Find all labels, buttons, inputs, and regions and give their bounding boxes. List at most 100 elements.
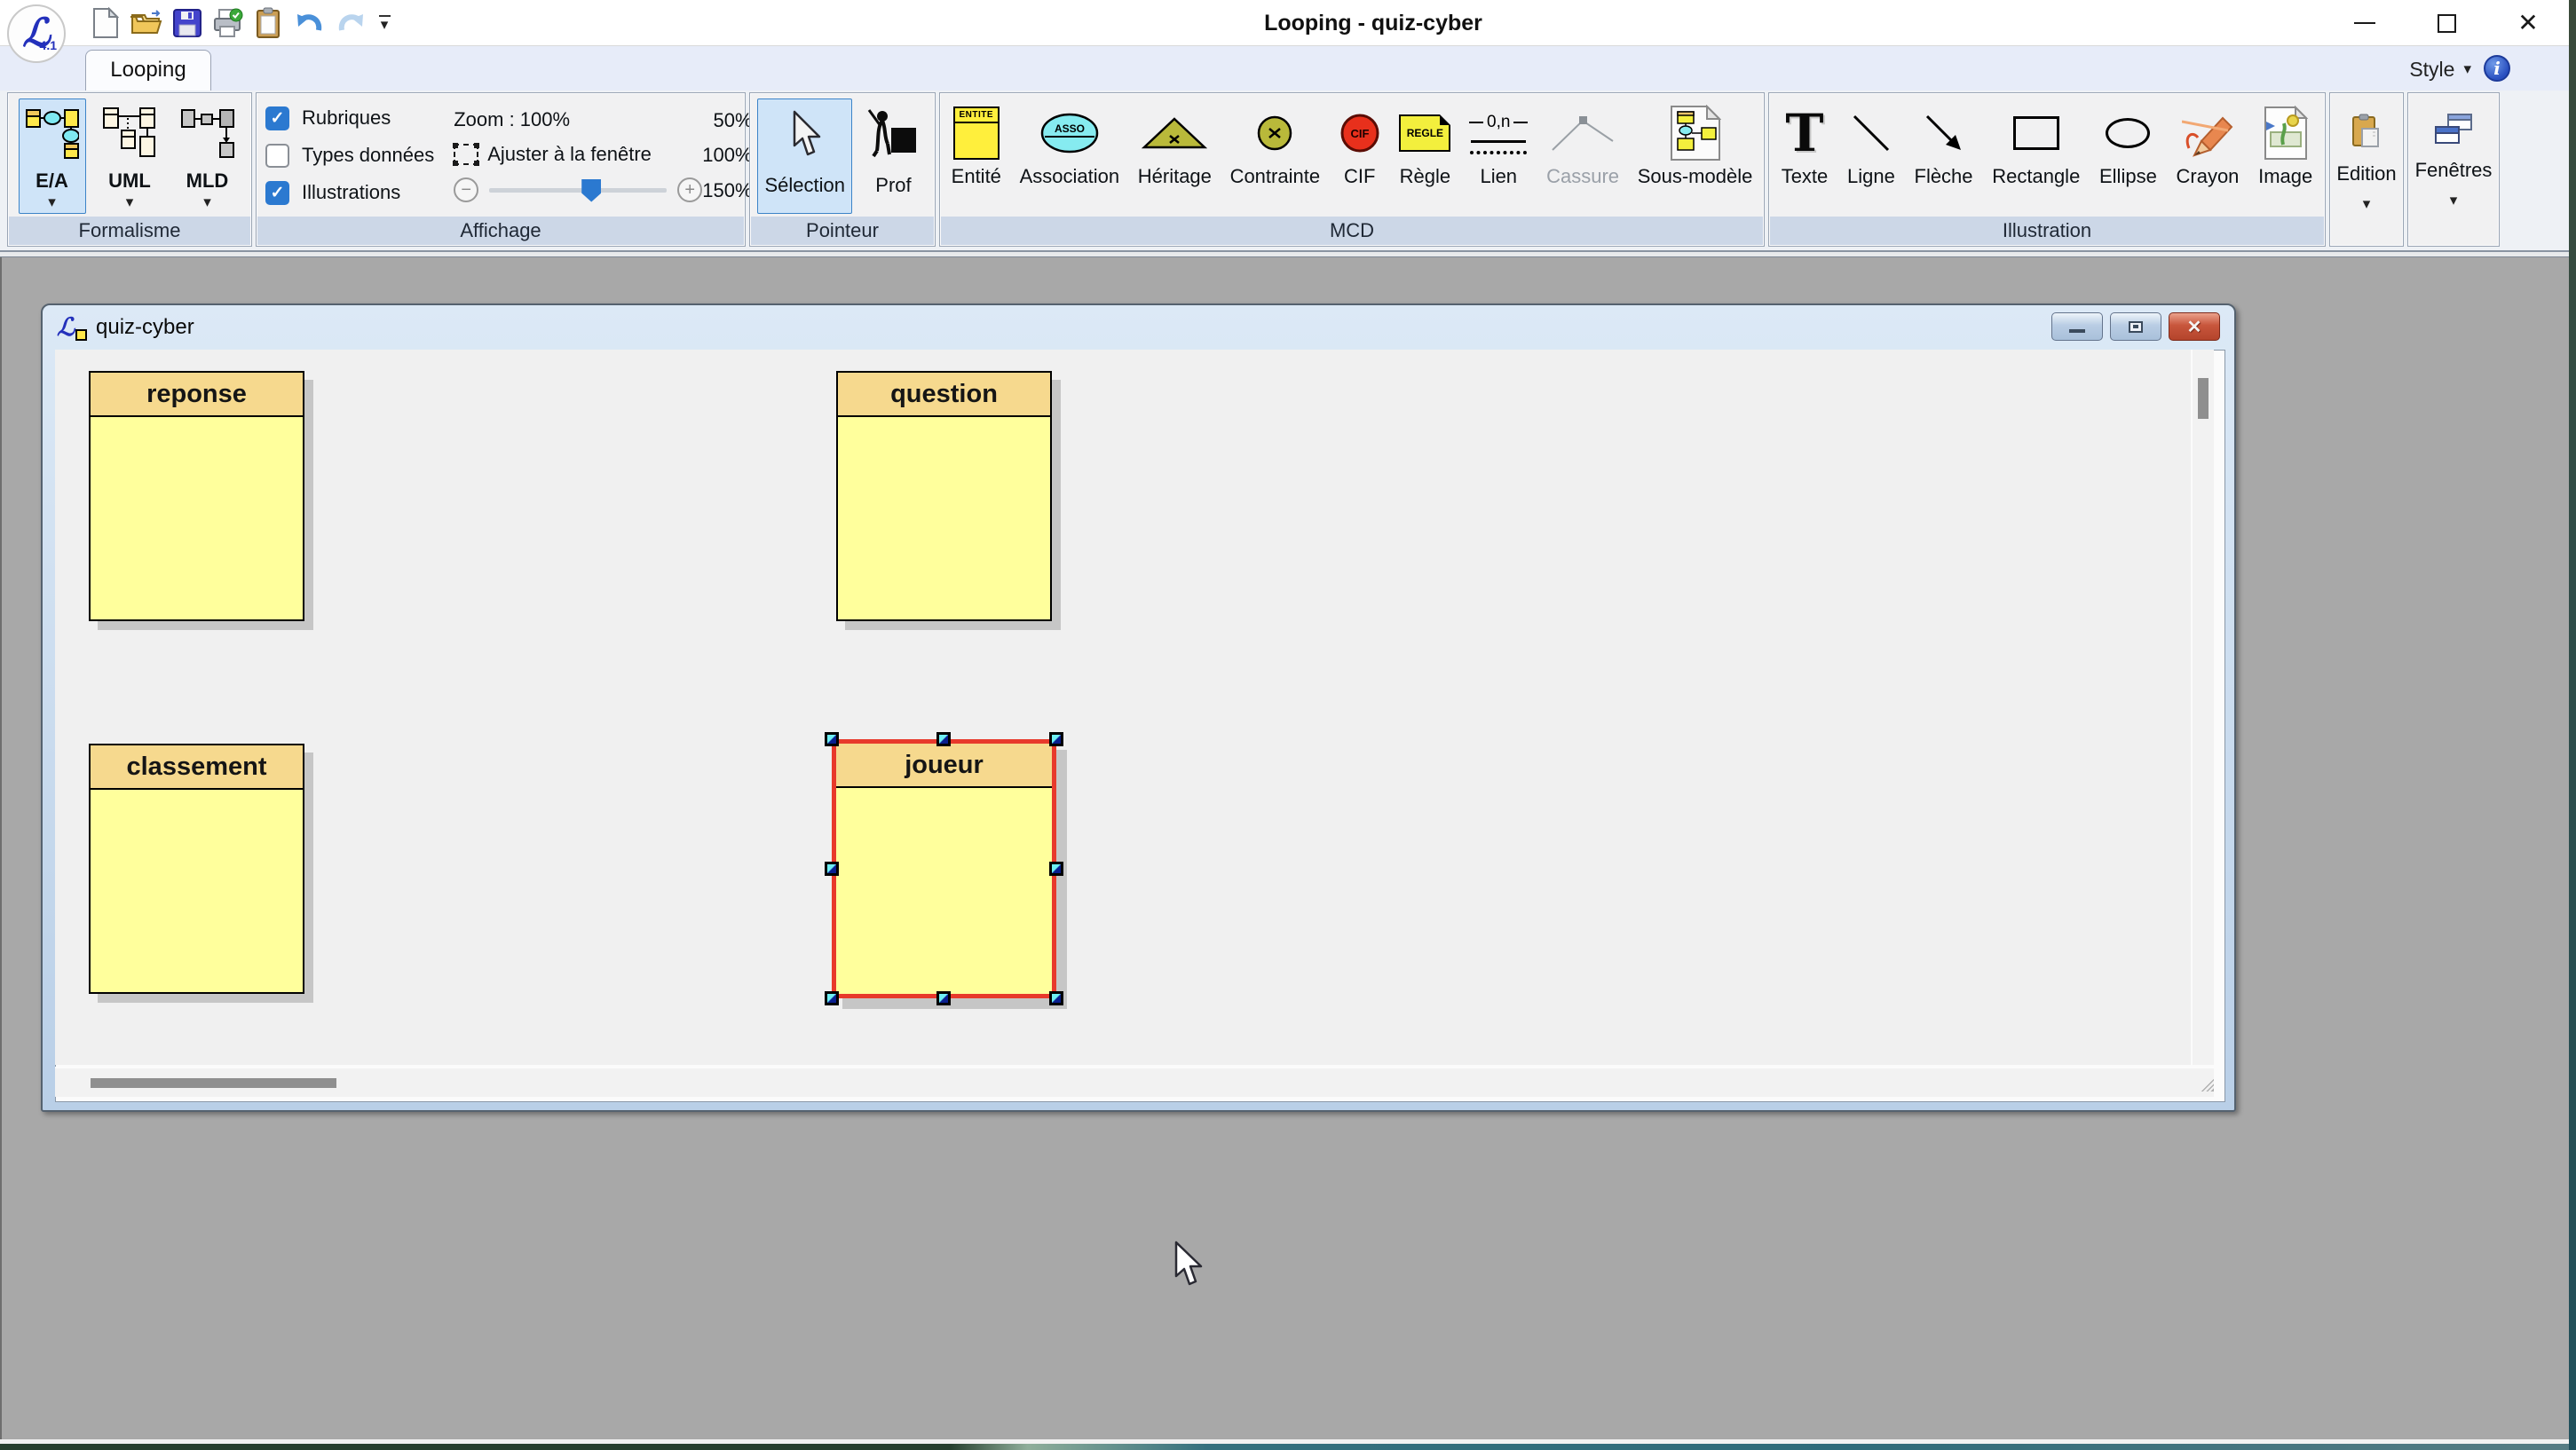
- arrow-tool-icon: [1922, 104, 1966, 162]
- illustration-ligne-button[interactable]: Ligne: [1840, 99, 1902, 193]
- zoom-preset-150[interactable]: 150%: [702, 179, 752, 202]
- save-button[interactable]: [167, 5, 208, 41]
- illustration-ellipse-button[interactable]: Ellipse: [2092, 99, 2164, 193]
- zoom-preset-50[interactable]: 50%: [713, 109, 752, 132]
- selection-handle-nw[interactable]: [825, 732, 839, 746]
- tab-looping[interactable]: Looping: [85, 50, 211, 91]
- selection-handle-sw[interactable]: [825, 991, 839, 1005]
- selection-handle-se[interactable]: [1049, 991, 1063, 1005]
- zoom-preset-100[interactable]: 100%: [702, 144, 752, 167]
- text-tool-icon: T: [1785, 104, 1823, 162]
- zoom-slider[interactable]: [489, 188, 667, 193]
- selection-handle-ne[interactable]: [1049, 732, 1063, 746]
- zoom-in-button[interactable]: +: [677, 177, 702, 202]
- illustration-texte-button[interactable]: T Texte: [1774, 99, 1836, 193]
- checkbox-rubriques[interactable]: ✓ Rubriques: [265, 102, 434, 134]
- group-caption-formalisme: Formalisme: [9, 217, 250, 245]
- paste-button[interactable]: [249, 5, 289, 41]
- group-caption-mcd: MCD: [941, 217, 1763, 245]
- checkbox-types-donnees[interactable]: Types données: [265, 139, 434, 171]
- chevron-down-icon: ▾: [2450, 194, 2458, 207]
- new-document-button[interactable]: [85, 5, 126, 41]
- ribbon-edge: [0, 250, 2569, 257]
- mcd-cif-button[interactable]: CIF CIF: [1331, 99, 1388, 193]
- maximize-button[interactable]: [2406, 0, 2487, 46]
- cassure-icon: [1548, 104, 1617, 162]
- horizontal-scrollbar-thumb[interactable]: [91, 1078, 336, 1088]
- entity-title: classement: [91, 745, 303, 790]
- mld-diagram-icon: [181, 104, 234, 162]
- illustration-fleche-button[interactable]: Flèche: [1908, 99, 1980, 193]
- mcd-cassure-button: Cassure: [1539, 99, 1626, 193]
- association-icon: ASSO: [1040, 104, 1099, 162]
- document-title: quiz-cyber: [96, 315, 194, 340]
- ribbon-group-mcd: ENTITE Entité ASSO Association Héritage: [939, 92, 1765, 247]
- illustration-crayon-button[interactable]: Crayon: [2169, 99, 2247, 193]
- selection-handle-e[interactable]: [1049, 862, 1063, 876]
- minimize-icon: [2069, 329, 2085, 333]
- windows-cascade-icon: [2434, 113, 2473, 146]
- entity-title: question: [838, 373, 1050, 417]
- rectangle-tool-icon: [2013, 104, 2059, 162]
- tab-strip: Looping Style ▾ i: [0, 46, 2569, 91]
- vertical-scrollbar[interactable]: [2191, 350, 2214, 1065]
- open-button[interactable]: [126, 5, 167, 41]
- formalisme-mld-button[interactable]: MLD ▾: [174, 99, 241, 214]
- chevron-down-icon: ▾: [2463, 63, 2471, 75]
- document-titlebar[interactable]: ℒ quiz-cyber ✕: [43, 305, 2234, 350]
- cif-circle-icon: CIF: [1339, 104, 1381, 162]
- info-button[interactable]: i: [2484, 55, 2510, 82]
- resize-grip[interactable]: [2200, 1077, 2214, 1091]
- document-restore-button[interactable]: [2110, 312, 2161, 341]
- illustration-rectangle-button[interactable]: Rectangle: [1985, 99, 2087, 193]
- mcd-entite-button[interactable]: ENTITE Entité: [944, 99, 1008, 193]
- undo-button[interactable]: [289, 5, 330, 41]
- checkbox-illustrations[interactable]: ✓ Illustrations: [265, 177, 434, 209]
- pointeur-selection-button[interactable]: Sélection: [757, 99, 852, 214]
- pointeur-prof-button[interactable]: Prof: [859, 99, 927, 214]
- horizontal-scrollbar[interactable]: [55, 1067, 2214, 1097]
- style-button[interactable]: Style ▾: [2409, 53, 2471, 85]
- document-minimize-button[interactable]: [2051, 312, 2103, 341]
- zoom-out-button[interactable]: −: [454, 177, 478, 202]
- entity-reponse[interactable]: reponse: [89, 371, 304, 621]
- document-close-button[interactable]: ✕: [2169, 312, 2220, 341]
- entity-classement[interactable]: classement: [89, 744, 304, 994]
- entity-question[interactable]: question: [836, 371, 1052, 621]
- mcd-sous-modele-button[interactable]: Sous-modèle: [1631, 99, 1760, 193]
- entity-title: joueur: [836, 744, 1052, 788]
- new-document-icon: [92, 7, 119, 39]
- maximize-icon: [2438, 14, 2456, 33]
- mcd-association-button[interactable]: ASSO Association: [1013, 99, 1127, 193]
- entity-icon: ENTITE: [953, 104, 1000, 162]
- entity-joueur-selected[interactable]: joueur: [832, 739, 1056, 998]
- desktop-edge-bottom: [0, 1439, 2569, 1450]
- mcd-lien-button[interactable]: 0,n Lien: [1462, 99, 1535, 193]
- edition-button[interactable]: Edition ▾: [2329, 92, 2404, 247]
- model-canvas[interactable]: [55, 350, 2191, 1065]
- close-button[interactable]: ✕: [2487, 0, 2569, 46]
- zoom-slider-thumb[interactable]: [581, 179, 601, 202]
- fenetres-button[interactable]: Fenêtres ▾: [2407, 92, 2500, 247]
- formalisme-uml-button[interactable]: UML ▾: [96, 99, 163, 214]
- mcd-heritage-button[interactable]: Héritage: [1131, 99, 1219, 193]
- fit-to-window-button[interactable]: Ajuster à la fenêtre: [454, 143, 702, 166]
- checkbox-checked-icon: ✓: [265, 181, 289, 205]
- app-logo[interactable]: ℒ 4.1: [7, 4, 66, 63]
- selection-handle-s[interactable]: [936, 991, 951, 1005]
- document-icon: ℒ: [57, 312, 87, 343]
- selection-handle-w[interactable]: [825, 862, 839, 876]
- minimize-button[interactable]: [2324, 0, 2406, 46]
- mcd-contrainte-button[interactable]: Contrainte: [1223, 99, 1328, 193]
- selection-handle-n[interactable]: [936, 732, 951, 746]
- redo-button[interactable]: [330, 5, 371, 41]
- svg-text:ASSO: ASSO: [1055, 122, 1085, 135]
- mcd-regle-button[interactable]: REGLE Règle: [1392, 99, 1458, 193]
- print-button[interactable]: [208, 5, 249, 41]
- formalisme-ea-button[interactable]: E/A ▾: [19, 99, 86, 214]
- ea-diagram-icon: [26, 104, 79, 162]
- print-icon: [212, 7, 244, 39]
- illustration-image-button[interactable]: Image: [2251, 99, 2319, 193]
- toolbar-options-button[interactable]: ▾: [371, 5, 398, 41]
- vertical-scrollbar-thumb[interactable]: [2198, 378, 2209, 419]
